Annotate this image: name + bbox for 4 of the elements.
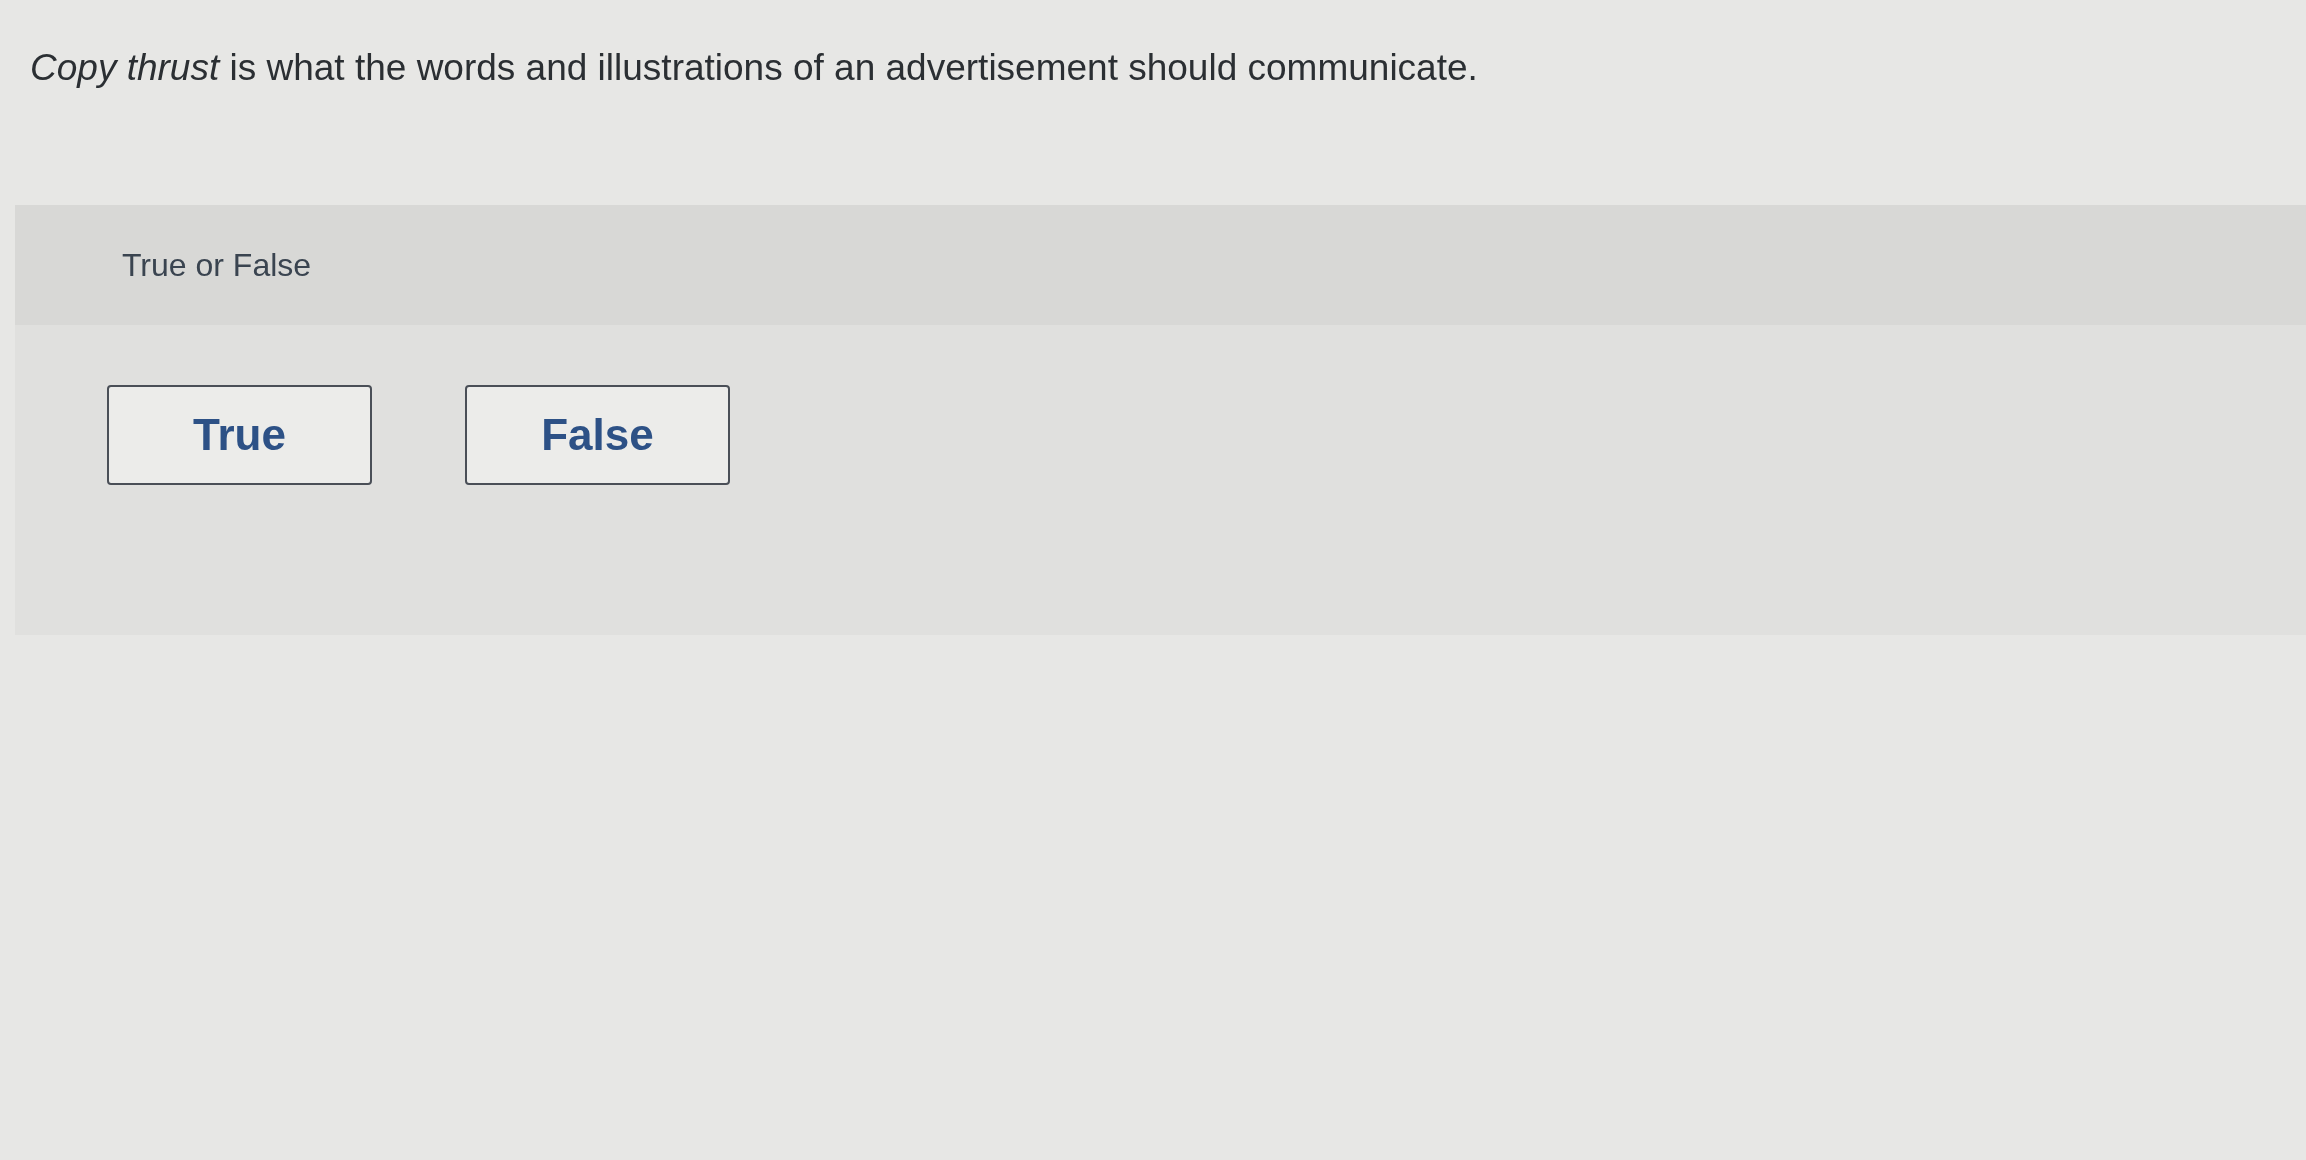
answer-option[interactable]: True xyxy=(107,385,372,485)
answer-option[interactable]: False xyxy=(465,385,730,485)
question-text: Copy thrust is what the words and illustrations of an advertisement should communicate. xyxy=(30,46,1478,90)
prompt-label: True or False xyxy=(122,246,312,285)
